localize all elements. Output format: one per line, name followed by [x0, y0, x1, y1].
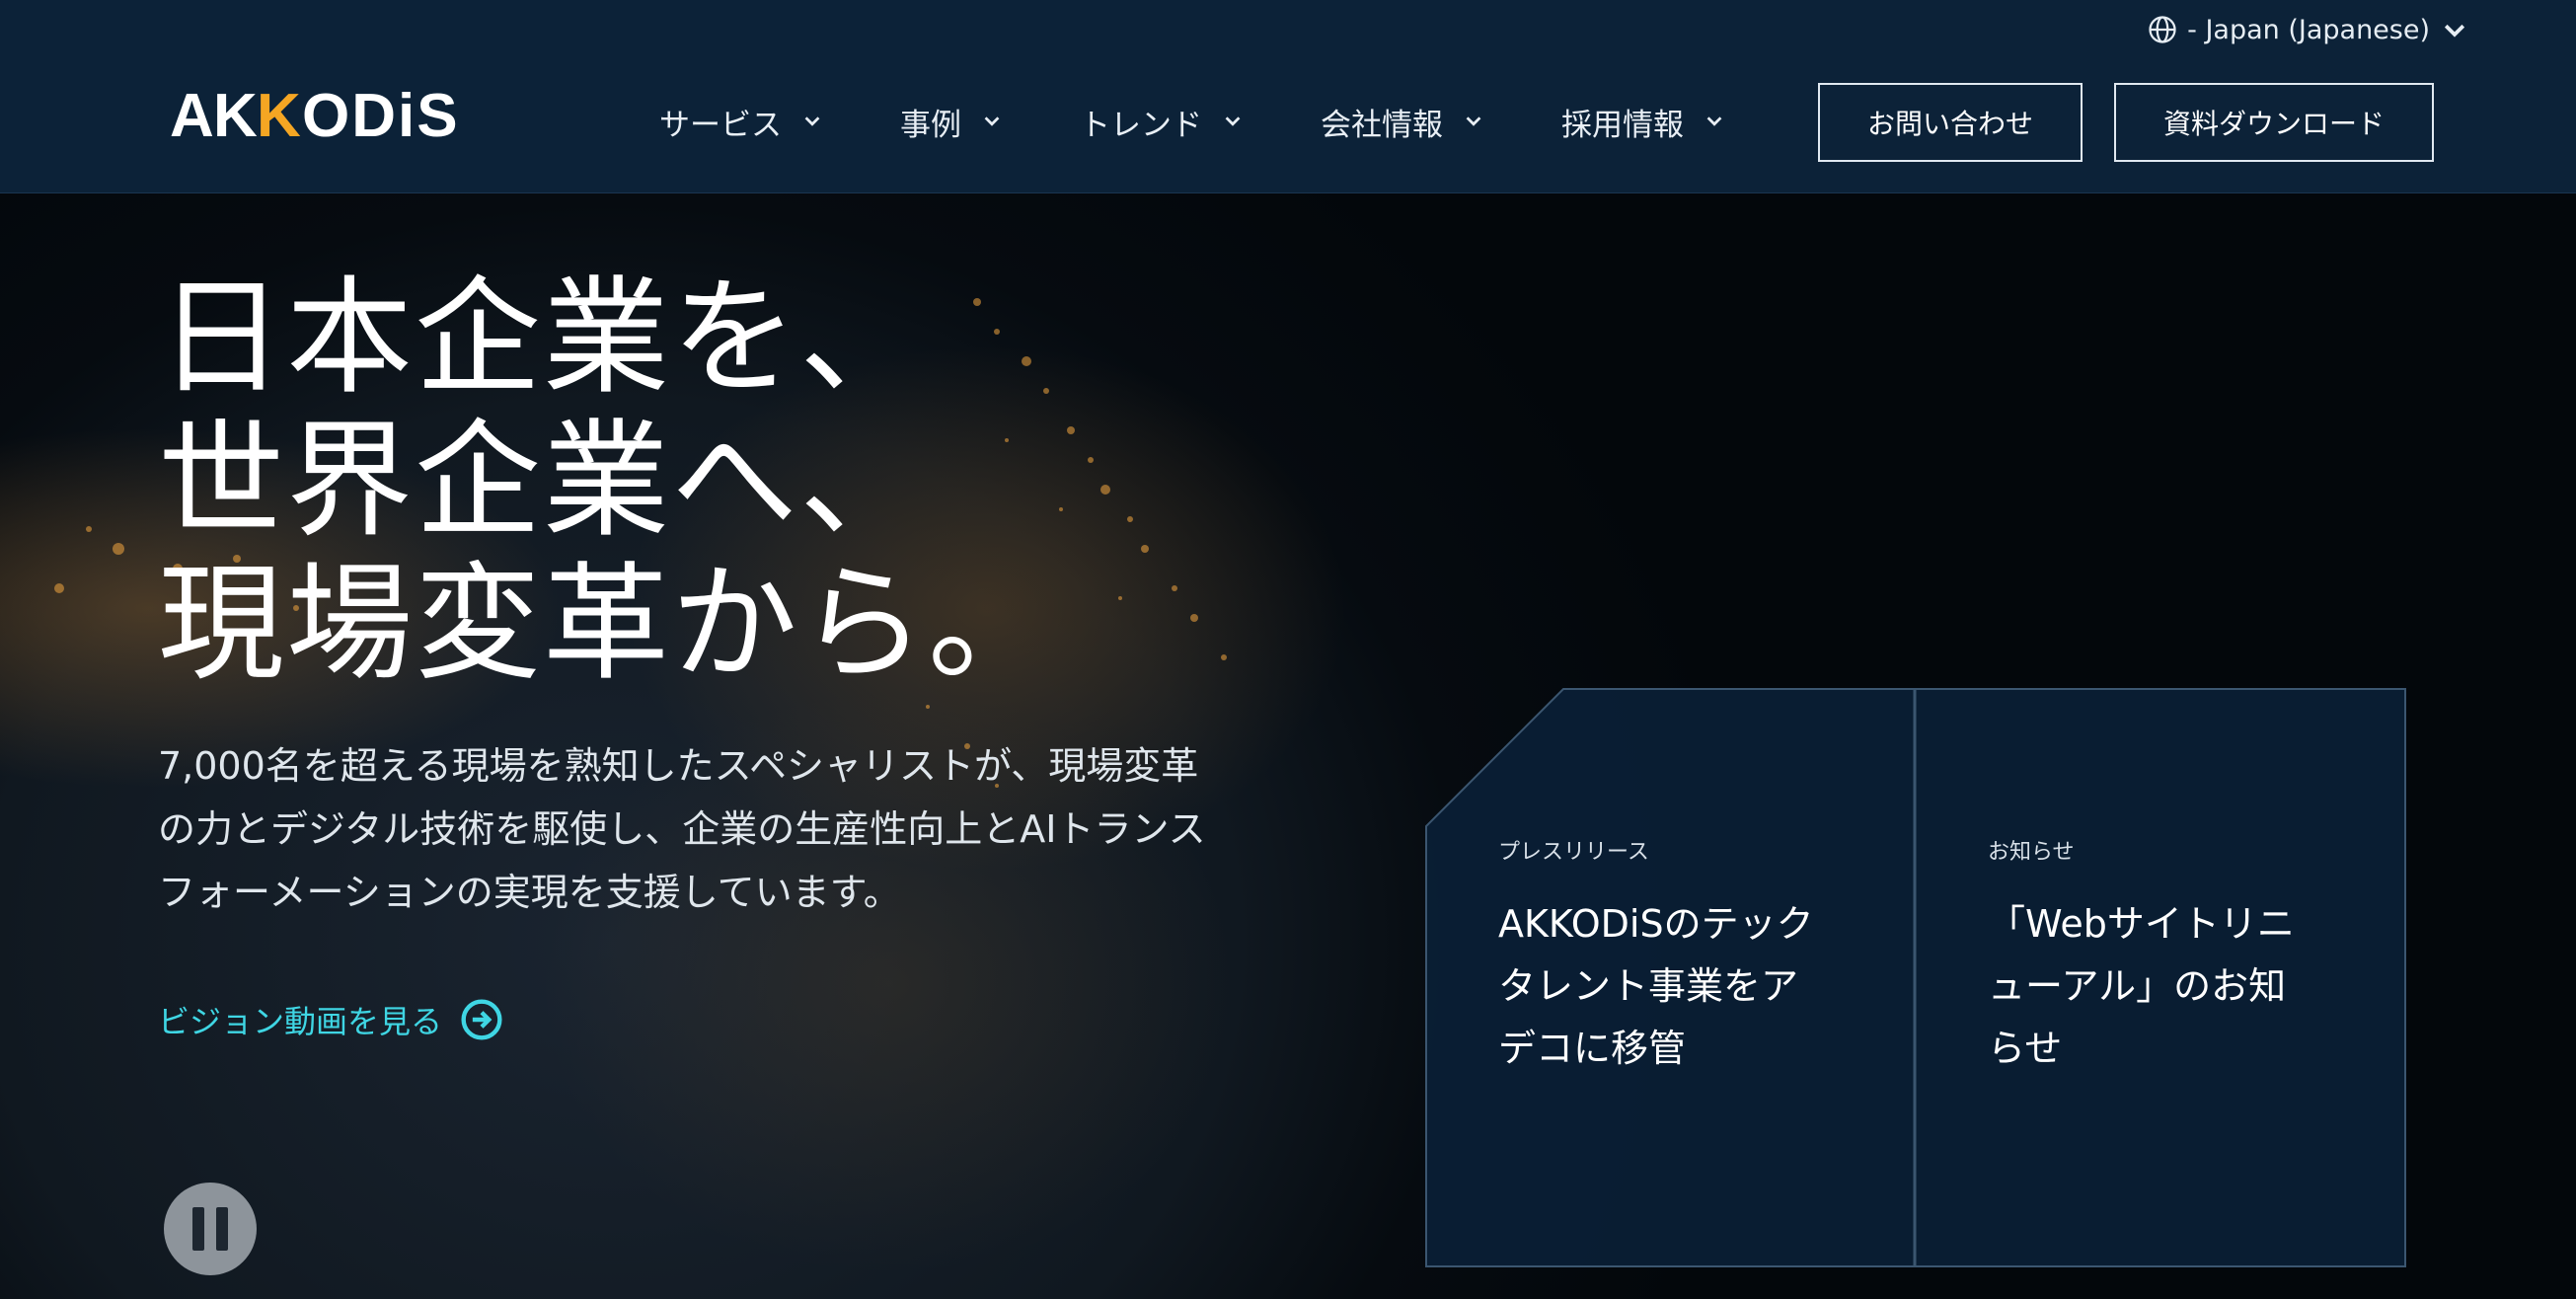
svg-text:K: K [257, 85, 303, 144]
nav-label: トレンド [1080, 107, 1202, 143]
news-card[interactable]: お知らせ 「Webサイトリニ ューアル」のお知 らせ [1915, 688, 2406, 1267]
card-title: 「Webサイトリニ ューアル」のお知 らせ [1988, 893, 2343, 1080]
hero-headline: 日本企業を、 世界企業へ、 現場変革から。 [158, 267, 1056, 696]
download-materials-button[interactable]: 資料ダウンロード [2114, 83, 2434, 162]
card-title-line: AKKODiSのテック [1498, 902, 1814, 946]
nav-item-company[interactable]: 会社情報 [1321, 95, 1484, 148]
card-title-line: タレント事業をア [1498, 964, 1799, 1008]
arrow-right-circle-icon [461, 999, 502, 1040]
site-header: - Japan (Japanese) A K K ODiS サービス 事例 トレ… [0, 0, 2576, 193]
hero-lead-text: 7,000名を超える現場を熟知したスペシャリストが、現場変革 の力とデジタル技術… [158, 734, 1283, 924]
nav-label: 会社情報 [1321, 107, 1443, 143]
page: - Japan (Japanese) A K K ODiS サービス 事例 トレ… [0, 0, 2576, 1299]
chevron-down-icon [984, 116, 1000, 126]
chevron-down-icon [1466, 116, 1481, 126]
card-title-line: らせ [1988, 1027, 2063, 1070]
akkodis-logo[interactable]: A K K ODiS [170, 85, 549, 144]
language-label: - Japan (Japanese) [2187, 14, 2430, 45]
language-selector[interactable]: - Japan (Japanese) [2148, 10, 2469, 49]
card-category: お知らせ [1988, 840, 2075, 865]
headline-line: 世界企業へ、 [158, 408, 929, 555]
nav-item-recruit[interactable]: 採用情報 [1561, 95, 1725, 148]
lead-line: フォーメーションの実現を支援しています。 [158, 871, 901, 914]
headline-line: 日本企業を、 [158, 265, 929, 412]
nav-item-services[interactable]: サービス [659, 95, 823, 148]
news-cards: プレスリリース AKKODiSのテック タレント事業をア デコに移管 お知らせ … [1425, 688, 2406, 1267]
vision-video-link[interactable]: ビジョン動画を見る [158, 997, 503, 1042]
nav-item-trends[interactable]: トレンド [1080, 95, 1244, 148]
card-category: プレスリリース [1498, 840, 1649, 865]
main-nav: サービス 事例 トレンド 会社情報 採用情報 [659, 95, 1802, 148]
nav-label: 採用情報 [1561, 107, 1684, 143]
contact-button[interactable]: お問い合わせ [1818, 83, 2083, 162]
headline-line: 現場変革から。 [158, 551, 1057, 698]
card-title-line: デコに移管 [1498, 1027, 1687, 1070]
lead-line: の力とデジタル技術を駆使し、企業の生産性向上とAIトランス [158, 807, 1206, 851]
pause-icon [187, 1207, 234, 1251]
nav-item-cases[interactable]: 事例 [900, 95, 1003, 148]
chevron-down-icon [1706, 116, 1722, 126]
pause-video-button[interactable] [164, 1183, 257, 1275]
chevron-down-icon [1225, 116, 1241, 126]
vision-link-label: ビジョン動画を見る [158, 1003, 443, 1040]
globe-icon [2149, 16, 2176, 43]
chevron-down-icon [804, 116, 820, 126]
news-card[interactable]: プレスリリース AKKODiSのテック タレント事業をア デコに移管 [1425, 688, 1915, 1267]
nav-label: サービス [659, 107, 782, 143]
svg-text:K: K [213, 85, 260, 144]
card-title-line: ューアル」のお知 [1988, 964, 2287, 1008]
svg-text:ODiS: ODiS [302, 85, 460, 144]
nav-label: 事例 [900, 107, 961, 143]
card-title: AKKODiSのテック タレント事業をア デコに移管 [1498, 893, 1854, 1080]
card-title-line: 「Webサイトリニ [1988, 902, 2295, 946]
chevron-down-icon [2444, 24, 2465, 38]
svg-text:A: A [170, 85, 216, 144]
lead-line: 7,000名を超える現場を熟知したスペシャリストが、現場変革 [158, 744, 1199, 788]
